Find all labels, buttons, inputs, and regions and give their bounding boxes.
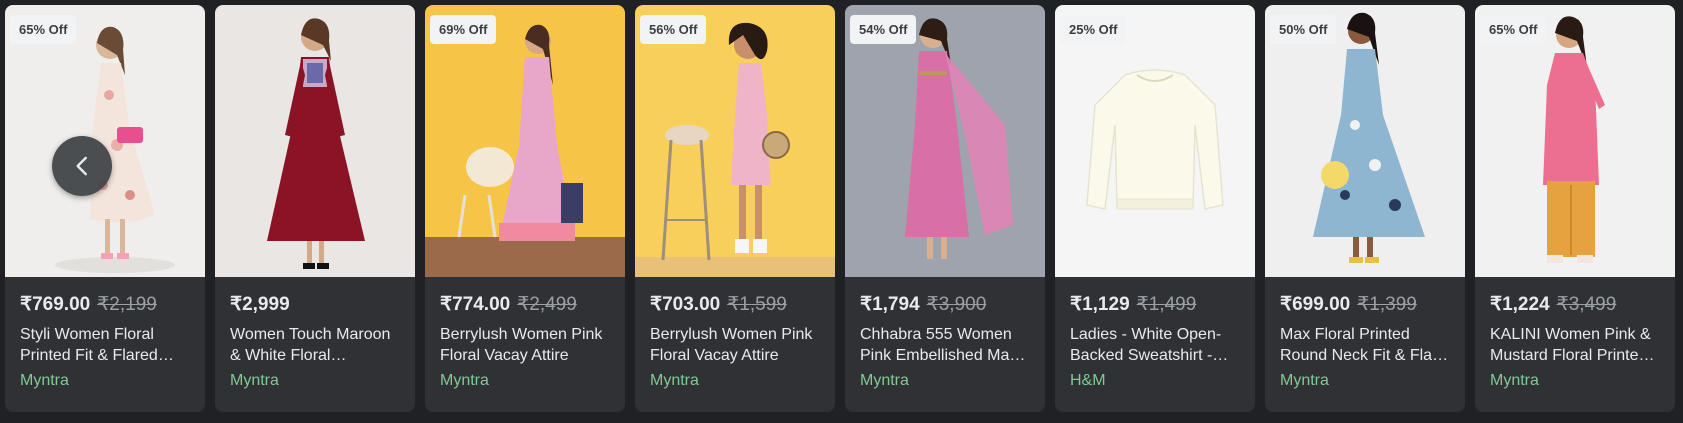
original-price: ₹2,199	[97, 294, 157, 315]
product-image: 54% Off	[845, 5, 1045, 277]
product-title[interactable]: Berrylush Women Pink Floral Vacay Attire	[440, 324, 610, 366]
product-title[interactable]: Berrylush Women Pink Floral Vacay Attire	[650, 324, 820, 366]
product-image: 65% Off	[1475, 5, 1675, 277]
discount-badge: 50% Off	[1270, 15, 1337, 44]
discount-badge: 25% Off	[1060, 15, 1127, 44]
product-card[interactable]: ₹2,999 Women Touch Maroon & White Floral…	[215, 5, 415, 412]
product-title[interactable]: Women Touch Maroon & White Floral Embroi…	[230, 324, 400, 366]
product-image: 25% Off	[1055, 5, 1255, 277]
price: ₹774.00	[440, 294, 511, 315]
price: ₹703.00	[650, 294, 721, 315]
product-image: 65% Off	[5, 5, 205, 277]
seller-name: Myntra	[650, 372, 699, 389]
discount-badge: 56% Off	[640, 15, 707, 44]
price: ₹1,129	[1070, 294, 1130, 315]
product-title[interactable]: KALINI Women Pink & Mustard Floral Print…	[1490, 324, 1660, 366]
seller-name: H&M	[1070, 372, 1106, 389]
price: ₹2,999	[230, 294, 290, 315]
original-price: ₹3,499	[1556, 294, 1617, 315]
product-card[interactable]: 65% Off ₹1,224 ₹3,499 KALINI Women Pink …	[1475, 5, 1675, 412]
original-price: ₹2,499	[517, 294, 577, 315]
product-title[interactable]: Styli Women Floral Printed Fit & Flared …	[20, 324, 190, 366]
product-title[interactable]: Ladies - White Open-Backed Sweatshirt - …	[1070, 324, 1240, 366]
seller-name: Myntra	[1490, 372, 1539, 389]
product-card[interactable]: 50% Off ₹699.00 ₹1,399 Max Floral Printe…	[1265, 5, 1465, 412]
carousel-prev-button[interactable]	[52, 136, 112, 196]
seller-name: Myntra	[860, 372, 909, 389]
product-title[interactable]: Chhabra 555 Women Pink Embellished Maxi …	[860, 324, 1030, 366]
price: ₹1,224	[1490, 294, 1550, 315]
seller-name: Myntra	[440, 372, 489, 389]
product-card[interactable]: 25% Off ₹1,129 ₹1,499 Ladies - White Ope…	[1055, 5, 1255, 412]
chevron-left-icon	[76, 156, 87, 176]
product-card[interactable]: 69% Off ₹774.00 ₹2,499 Berrylush Women P…	[425, 5, 625, 412]
discount-badge: 65% Off	[1480, 15, 1547, 44]
price: ₹699.00	[1280, 294, 1351, 315]
seller-name: Myntra	[20, 372, 69, 389]
original-price: ₹1,599	[727, 294, 787, 315]
product-image: 69% Off	[425, 5, 625, 277]
product-card[interactable]: 56% Off ₹703.00 ₹1,599 Berrylush Women P…	[635, 5, 835, 412]
seller-name: Myntra	[1280, 372, 1329, 389]
price: ₹769.00	[20, 294, 91, 315]
product-image: 56% Off	[635, 5, 835, 277]
price: ₹1,794	[860, 294, 920, 315]
original-price: ₹1,499	[1136, 294, 1197, 315]
product-image	[215, 5, 415, 277]
original-price: ₹1,399	[1357, 294, 1417, 315]
seller-name: Myntra	[230, 372, 279, 389]
product-title[interactable]: Max Floral Printed Round Neck Fit & Flar…	[1280, 324, 1450, 366]
discount-badge: 54% Off	[850, 15, 917, 44]
original-price: ₹3,900	[926, 294, 987, 315]
product-card[interactable]: 54% Off ₹1,794 ₹3,900 Chhabra 555 Women …	[845, 5, 1045, 412]
discount-badge: 69% Off	[430, 15, 497, 44]
product-carousel: 65% Off ₹769.00 ₹2,199 Styli Women Flora…	[5, 5, 1675, 412]
product-image: 50% Off	[1265, 5, 1465, 277]
product-card[interactable]: 65% Off ₹769.00 ₹2,199 Styli Women Flora…	[5, 5, 205, 412]
discount-badge: 65% Off	[10, 15, 77, 44]
